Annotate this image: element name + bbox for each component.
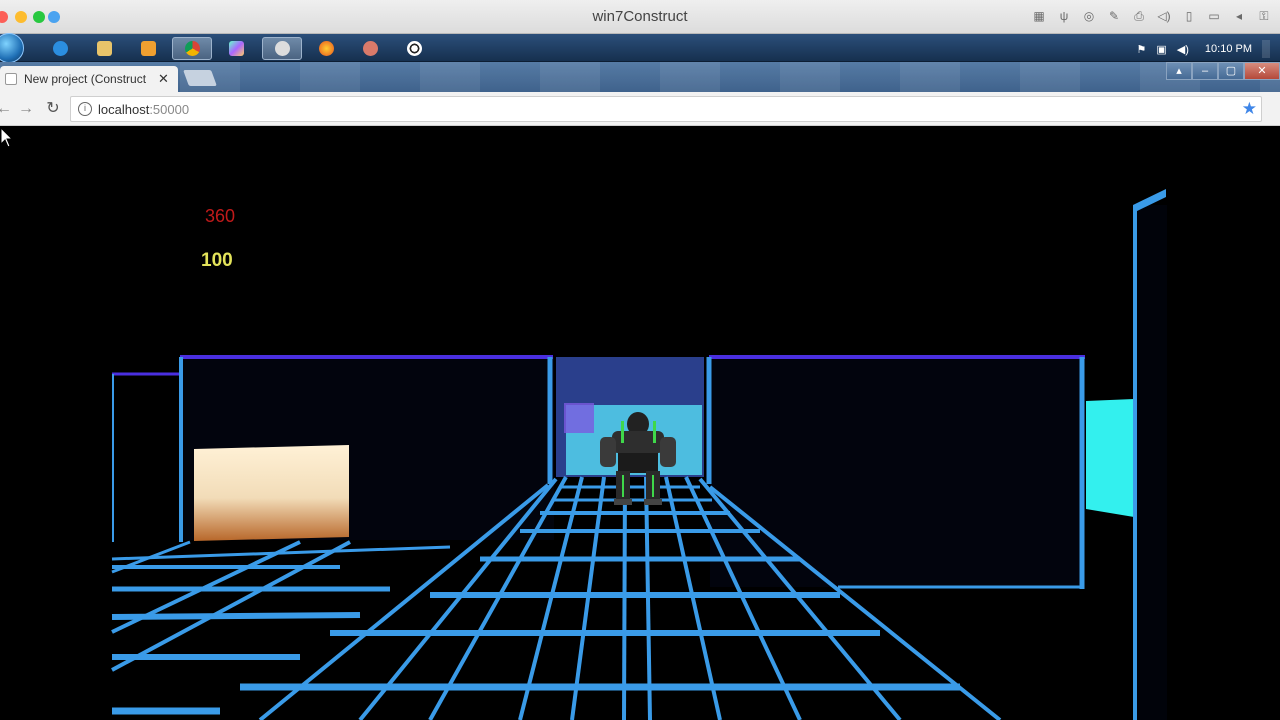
forward-button[interactable]: → [16,99,36,119]
reload-button[interactable]: ↻ [43,99,63,119]
firefox-icon[interactable] [306,37,346,60]
internet-explorer-icon[interactable] [40,37,80,60]
tab-close-icon[interactable]: ✕ [158,71,169,87]
tab-title: New project (Construct 2 [24,72,148,86]
restore-window-button[interactable]: ▴ [1166,62,1192,80]
address-bar[interactable]: i localhost:50000 ★ [70,96,1262,122]
tools-icon[interactable]: ✎ [1106,9,1122,23]
browser-toolbar: ← → ↻ i localhost:50000 ★ [0,92,1280,126]
app-icon[interactable] [394,37,434,60]
right-pillar [1135,205,1167,720]
hud-health-counter: 100 [201,250,233,271]
browser-tabstrip: New project (Construct 2 ✕ ▴ – ▢ ✕ [0,62,1280,92]
game-scene [111,189,1167,720]
printer-icon[interactable]: ⎙ [1131,9,1147,23]
cyan-panel [1086,399,1134,517]
right-wall-panel [710,357,1082,587]
construct-icon[interactable] [350,37,390,60]
settings-icon[interactable] [262,37,302,60]
system-tray: ⚑ ▣ ◀) 10:10 PM [1137,40,1270,58]
site-info-icon[interactable]: i [78,102,92,116]
hud-ammo-counter: 360 [205,206,236,226]
bookmark-star-icon[interactable]: ★ [1242,99,1257,119]
tab-construct-project[interactable]: New project (Construct 2 ✕ [0,66,178,92]
chrome-icon[interactable] [172,37,212,60]
vm-toolbar: ▦ ψ ◎ ✎ ⎙ ◁) ▯ ▭ ◂ ⚿ [1031,9,1272,23]
usb-icon[interactable]: ψ [1056,9,1072,23]
windows-taskbar: ⚑ ▣ ◀) 10:10 PM [0,33,1280,63]
screen: win7Construct ▦ ψ ◎ ✎ ⎙ ◁) ▯ ▭ ◂ ⚿ ⚑ ▣ ◀… [0,0,1280,720]
cd-icon[interactable]: ◎ [1081,9,1097,23]
folder-icon[interactable]: ▭ [1206,9,1222,23]
url-host: localhost [98,102,150,117]
taskbar-clock[interactable]: 10:10 PM [1205,43,1252,55]
minimize-button[interactable]: – [1192,62,1218,80]
close-browser-button[interactable]: ✕ [1244,62,1280,80]
media-player-icon[interactable] [128,37,168,60]
game-canvas[interactable]: 360 100 [0,127,1280,720]
volume-icon[interactable]: ◀) [1177,43,1189,56]
mouse-cursor-icon [0,127,14,148]
tablet-icon[interactable]: ▯ [1181,9,1197,23]
new-tab-button[interactable] [183,70,217,86]
back-icon[interactable]: ◂ [1231,9,1247,23]
url-text: localhost:50000 [98,102,189,117]
show-desktop-button[interactable] [1262,40,1270,58]
maximize-button[interactable]: ▢ [1218,62,1244,80]
url-port: :50000 [149,102,190,117]
windows-start-icon[interactable] [0,33,24,63]
window-controls: ▴ – ▢ ✕ [1166,62,1280,80]
mac-window-titlebar: win7Construct ▦ ψ ◎ ✎ ⎙ ◁) ▯ ▭ ◂ ⚿ [0,0,1280,34]
action-center-flag-icon[interactable]: ⚑ [1137,43,1147,56]
keyboard-icon[interactable]: ▦ [1031,9,1047,23]
lock-icon[interactable]: ⚿ [1256,9,1272,23]
sound-icon[interactable]: ◁) [1156,9,1172,23]
back-button[interactable]: ← [0,99,14,119]
crate-box [194,445,349,541]
paint-icon[interactable] [216,37,256,60]
far-corridor-panel [564,403,594,433]
file-explorer-icon[interactable] [84,37,124,60]
page-favicon-icon [5,73,17,85]
network-icon[interactable]: ▣ [1156,43,1166,56]
